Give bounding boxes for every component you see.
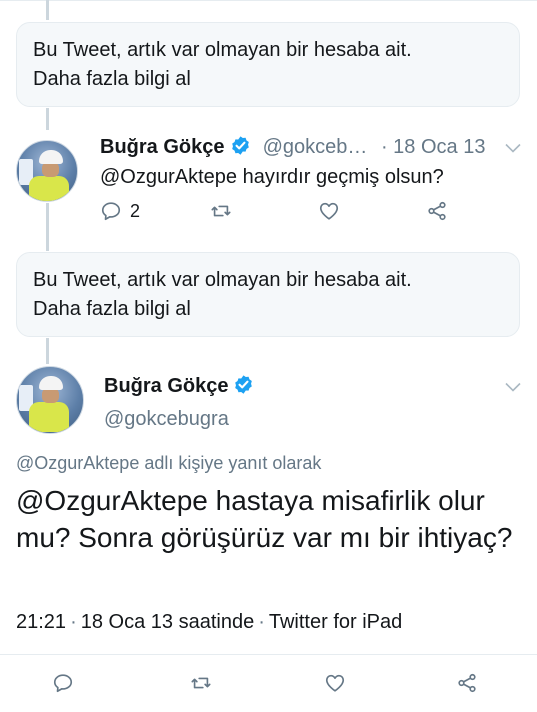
tweet-text: @OzgurAktepe hayırdır geçmiş olsun? <box>100 166 444 188</box>
thread-line <box>46 338 49 364</box>
user-name[interactable]: Buğra Gökçe <box>104 375 228 397</box>
retweet-button[interactable] <box>190 672 212 694</box>
like-icon <box>325 674 345 692</box>
share-button[interactable] <box>426 200 448 222</box>
like-button[interactable] <box>318 200 340 222</box>
like-icon <box>319 202 339 220</box>
divider <box>0 654 537 655</box>
notice-text: Bu Tweet, artık var olmayan bir hesaba a… <box>33 269 412 291</box>
main-tweet-text: @OzgurAktepe hastaya misafirlik olur mu?… <box>16 485 513 553</box>
user-handle[interactable]: @gokcebugra <box>104 408 229 431</box>
tweet-date[interactable]: 18 Oca 13 saatinde <box>81 611 254 633</box>
tweet-source[interactable]: Twitter for iPad <box>269 611 402 633</box>
deleted-tweet-notice: Bu Tweet, artık var olmayan bir hesaba a… <box>16 252 520 337</box>
main-tweet-author: Buğra Gökçe <box>104 374 254 398</box>
reply-button[interactable]: 2 <box>100 200 140 222</box>
tweet-header: Buğra Gökçe @gokceb… · 18 Oca 13 <box>100 135 485 159</box>
top-divider <box>0 0 537 1</box>
verified-badge-icon <box>232 136 249 155</box>
user-handle[interactable]: @gokceb… <box>263 136 368 158</box>
retweet-icon <box>191 677 211 689</box>
notice-text: Bu Tweet, artık var olmayan bir hesaba a… <box>33 39 412 61</box>
learn-more-link[interactable]: Daha fazla bilgi al <box>33 65 503 94</box>
tweet-time[interactable]: · 18 Oca 13 <box>381 136 486 158</box>
chevron-down-icon[interactable] <box>505 382 521 392</box>
reply-icon <box>101 202 121 221</box>
main-tweet-actions <box>52 672 492 698</box>
avatar[interactable] <box>16 140 78 202</box>
retweet-button[interactable] <box>210 200 232 222</box>
chevron-down-icon[interactable] <box>505 143 521 153</box>
reply-context: @OzgurAktepe adlı kişiye yanıt olarak <box>16 453 322 473</box>
reply-icon <box>53 674 73 693</box>
tweet-time[interactable]: 21:21 <box>16 611 66 633</box>
share-icon <box>428 201 446 221</box>
deleted-tweet-notice: Bu Tweet, artık var olmayan bir hesaba a… <box>16 22 520 107</box>
thread-line <box>46 203 49 251</box>
user-name[interactable]: Buğra Gökçe <box>100 136 224 158</box>
learn-more-link[interactable]: Daha fazla bilgi al <box>33 295 503 324</box>
verified-badge-icon <box>235 375 252 394</box>
tweet-actions: 2 <box>100 200 460 226</box>
avatar[interactable] <box>16 366 84 434</box>
reply-count: 2 <box>130 200 141 221</box>
thread-line <box>46 0 49 20</box>
retweet-icon <box>211 205 231 217</box>
share-button[interactable] <box>456 672 478 694</box>
share-icon <box>458 673 476 693</box>
like-button[interactable] <box>324 672 346 694</box>
thread-line <box>46 108 49 130</box>
tweet-meta: 21:21 · 18 Oca 13 saatinde · Twitter for iPa… <box>16 611 403 633</box>
reply-button[interactable] <box>52 672 74 694</box>
